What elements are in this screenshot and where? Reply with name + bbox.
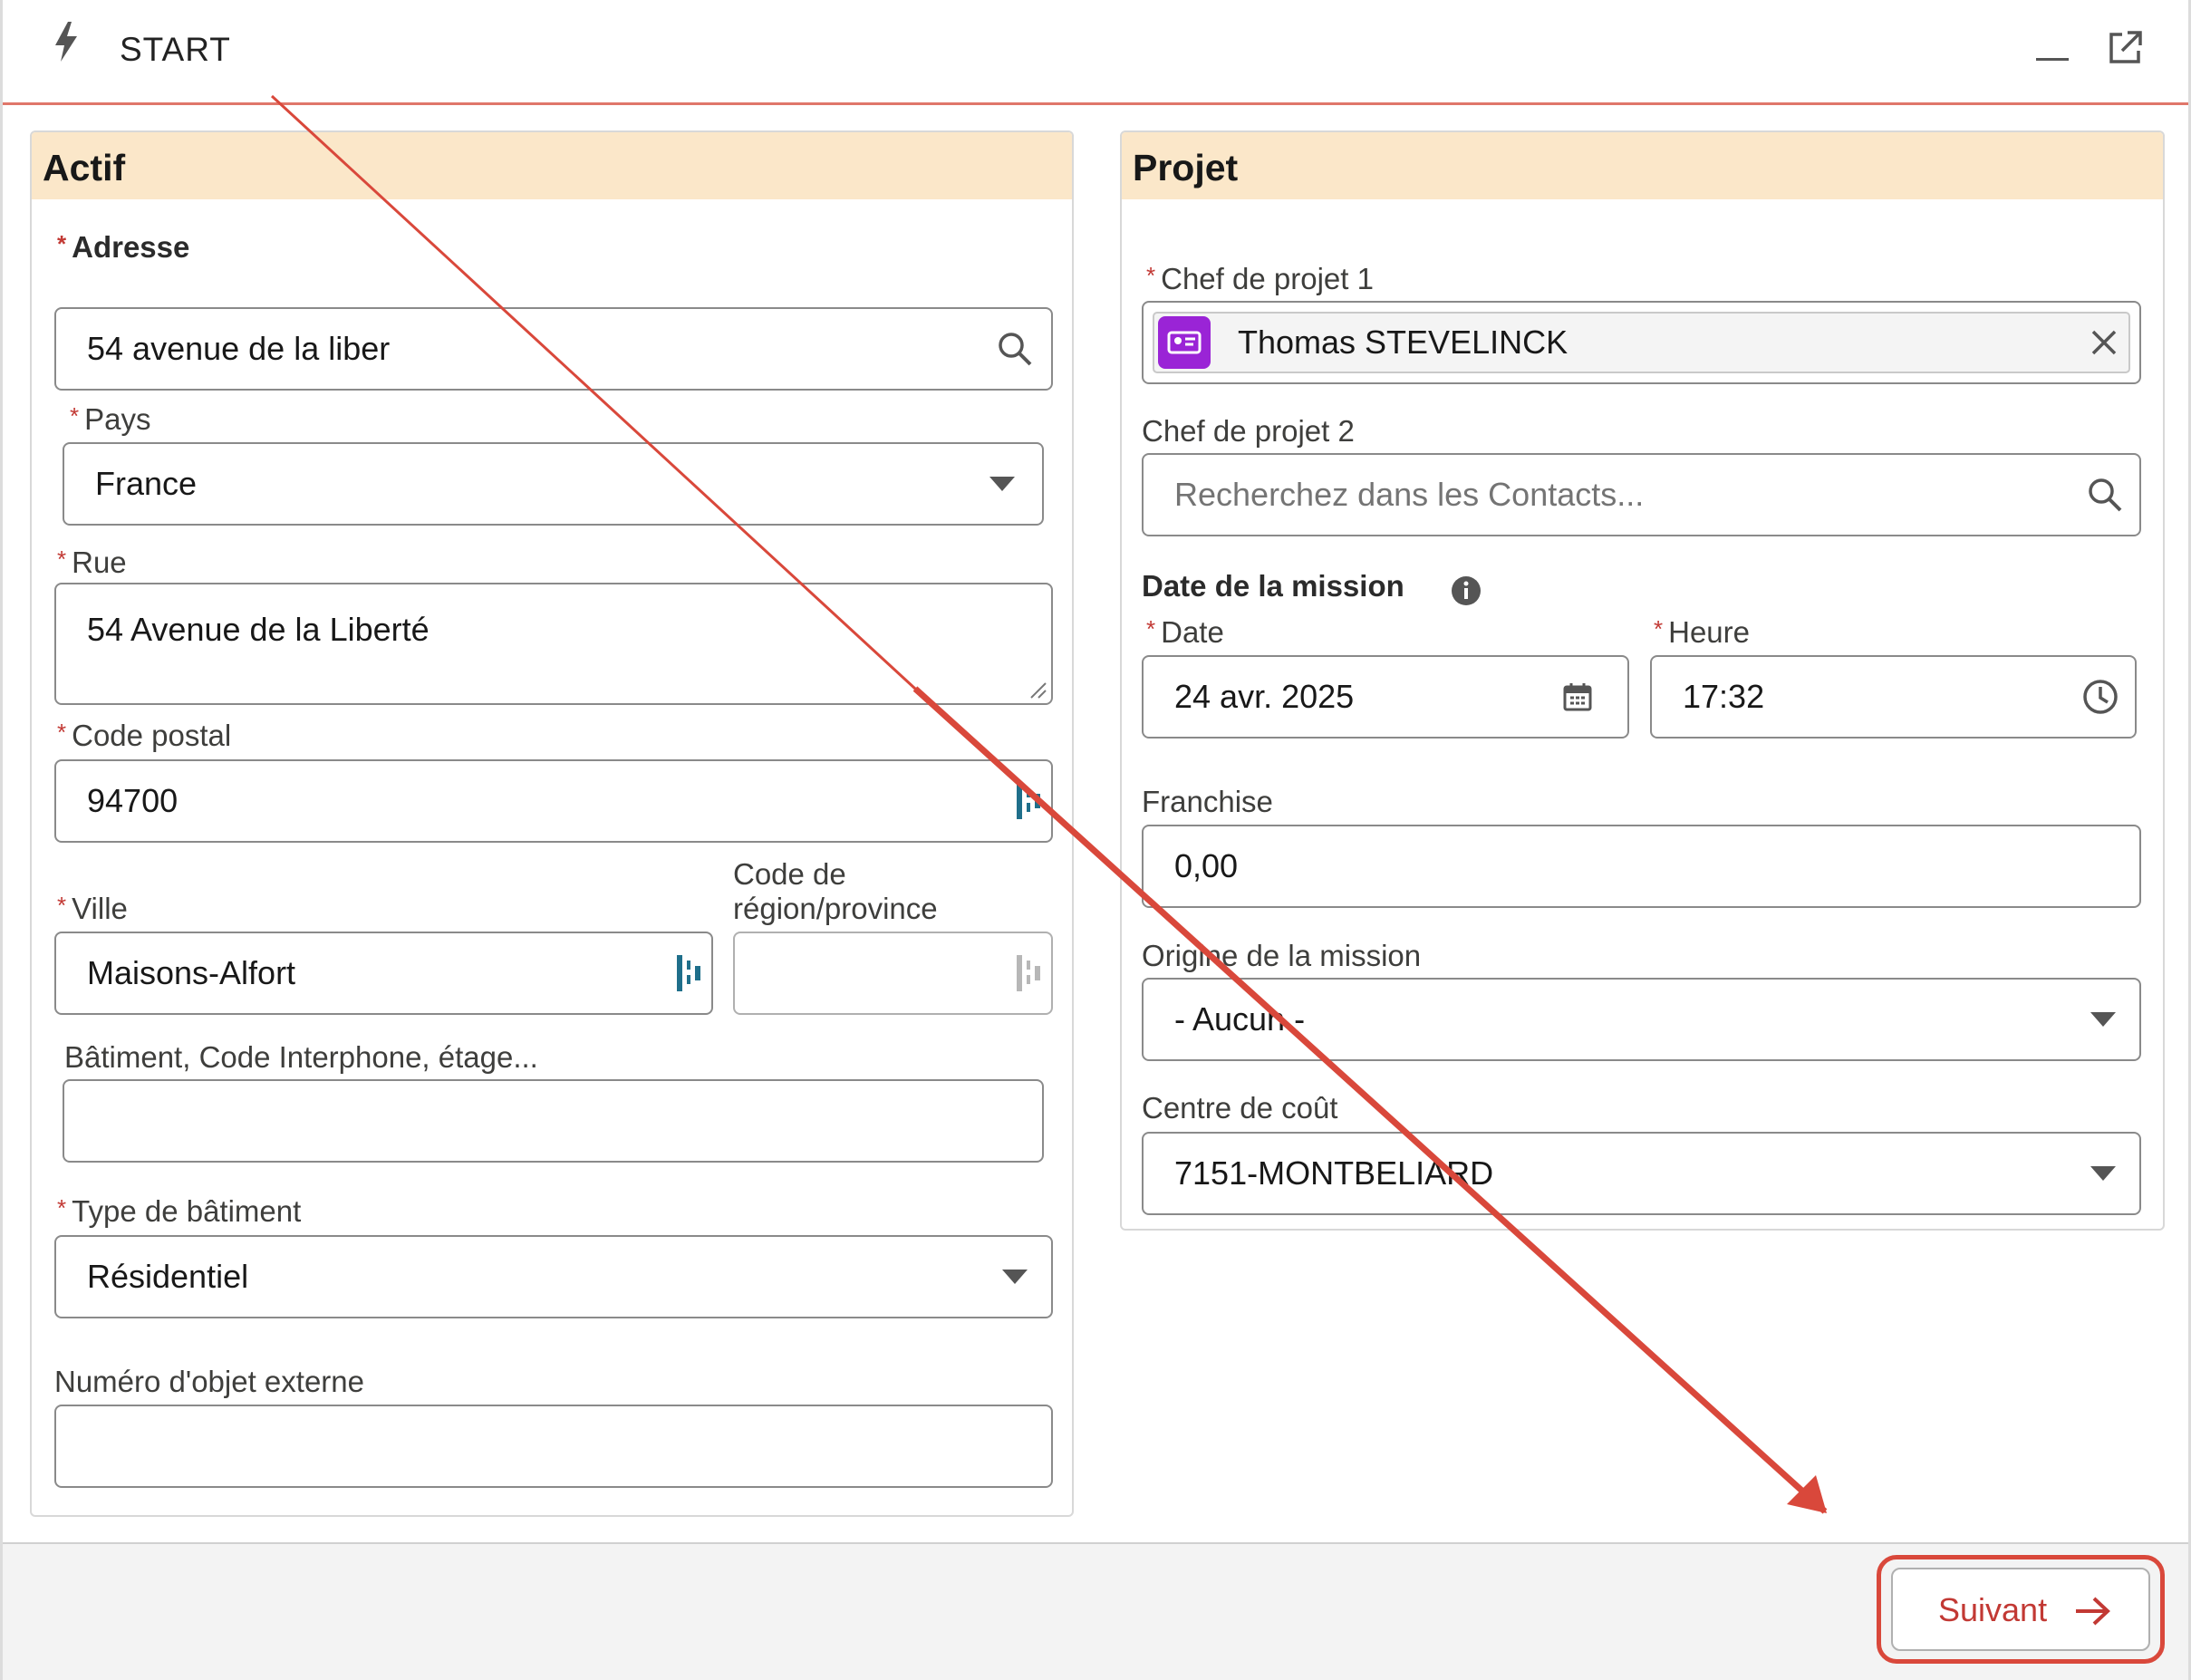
- flow-footer: [3, 1542, 2188, 1680]
- chevron-down-icon: [2090, 1166, 2116, 1181]
- chef1-label: * Chef de projet 1: [1146, 262, 1374, 295]
- rue-textarea[interactable]: 54 Avenue de la Liberté: [54, 583, 1053, 705]
- code-postal-input[interactable]: 94700: [54, 759, 1053, 843]
- clear-icon[interactable]: [2090, 329, 2118, 356]
- code-postal-label: * Code postal: [57, 719, 232, 752]
- pays-value: France: [95, 465, 198, 502]
- type-batiment-value: Résidentiel: [87, 1258, 249, 1295]
- rue-label: * Rue: [57, 546, 127, 579]
- minimize-icon[interactable]: [2036, 53, 2069, 65]
- franchise-value: 0,00: [1174, 847, 1239, 884]
- code-postal-value: 94700: [87, 782, 179, 819]
- date-mission-label: Date de la mission: [1142, 569, 1404, 603]
- chevron-down-icon: [2090, 1012, 2116, 1027]
- numero-objet-label: Numéro d'objet externe: [54, 1365, 364, 1398]
- centre-cout-label: Centre de coût: [1142, 1091, 1338, 1125]
- flow-window: START Actif * Adresse 54 avenue de la lib…: [0, 0, 2191, 1680]
- centre-cout-value: 7151-MONTBELIARD: [1174, 1154, 1494, 1192]
- date-label: * Date: [1146, 615, 1224, 649]
- projet-panel-header: Projet: [1122, 132, 2163, 199]
- actif-panel-title: Actif: [43, 147, 126, 188]
- chevron-down-icon: [1002, 1270, 1028, 1284]
- heure-value: 17:32: [1683, 678, 1765, 715]
- autofill-icon[interactable]: [675, 953, 702, 993]
- next-button[interactable]: Suivant: [1891, 1568, 2150, 1651]
- adresse-search-input[interactable]: 54 avenue de la liber: [54, 307, 1053, 391]
- next-button-label: Suivant: [1938, 1591, 2048, 1628]
- origine-select[interactable]: - Aucun -: [1142, 978, 2141, 1061]
- projet-panel-title: Projet: [1133, 147, 1239, 188]
- popout-icon[interactable]: [2106, 29, 2144, 67]
- batiment-info-label: Bâtiment, Code Interphone, étage...: [64, 1040, 538, 1074]
- autofill-icon[interactable]: [1015, 781, 1042, 821]
- adresse-value: 54 avenue de la liber: [87, 330, 391, 367]
- batiment-info-input[interactable]: [63, 1079, 1044, 1163]
- chef1-lookup[interactable]: Thomas STEVELINCK: [1142, 301, 2141, 384]
- date-value: 24 avr. 2025: [1174, 678, 1355, 715]
- contact-icon: [1158, 316, 1211, 369]
- actif-panel-header: Actif: [32, 132, 1072, 199]
- franchise-input[interactable]: 0,00: [1142, 825, 2141, 908]
- pays-label: * Pays: [70, 402, 151, 436]
- numero-objet-input[interactable]: [54, 1405, 1053, 1488]
- pays-select[interactable]: France: [63, 442, 1044, 526]
- window-header: START: [3, 0, 2188, 105]
- rue-value: 54 Avenue de la Liberté: [87, 611, 430, 648]
- heure-input[interactable]: 17:32: [1650, 655, 2137, 739]
- chevron-down-icon: [989, 477, 1015, 491]
- info-icon[interactable]: [1451, 575, 1482, 606]
- centre-cout-select[interactable]: 7151-MONTBELIARD: [1142, 1132, 2141, 1215]
- adresse-label: * Adresse: [57, 230, 190, 264]
- franchise-label: Franchise: [1142, 785, 1273, 818]
- search-icon: [999, 333, 1032, 366]
- type-batiment-label: * Type de bâtiment: [57, 1194, 302, 1228]
- ville-label: * Ville: [57, 892, 128, 925]
- chef1-value: Thomas STEVELINCK: [1238, 323, 1568, 361]
- chef2-label: Chef de projet 2: [1142, 414, 1355, 448]
- chef2-search-input[interactable]: Recherchez dans les Contacts...: [1142, 453, 2141, 536]
- arrow-right-icon: [2076, 1597, 2110, 1626]
- calendar-icon[interactable]: [1562, 681, 1593, 712]
- region-label-line2: région/province: [733, 892, 938, 925]
- ville-value: Maisons-Alfort: [87, 954, 296, 991]
- origine-label: Origine de la mission: [1142, 939, 1422, 972]
- type-batiment-select[interactable]: Résidentiel: [54, 1235, 1053, 1318]
- autofill-icon[interactable]: [1015, 953, 1042, 993]
- ville-input[interactable]: Maisons-Alfort: [54, 932, 713, 1015]
- clock-icon[interactable]: [2082, 679, 2119, 715]
- heure-label: * Heure: [1654, 615, 1751, 649]
- window-title: START: [120, 31, 231, 68]
- bolt-icon: [55, 22, 77, 62]
- date-input[interactable]: 24 avr. 2025: [1142, 655, 1629, 739]
- resize-grip-icon[interactable]: [1026, 678, 1047, 700]
- origine-value: - Aucun -: [1174, 1000, 1306, 1038]
- region-input[interactable]: [733, 932, 1053, 1015]
- chef2-placeholder: Recherchez dans les Contacts...: [1174, 476, 1645, 513]
- search-icon: [2089, 478, 2122, 512]
- region-label-line1: Code de: [733, 857, 846, 891]
